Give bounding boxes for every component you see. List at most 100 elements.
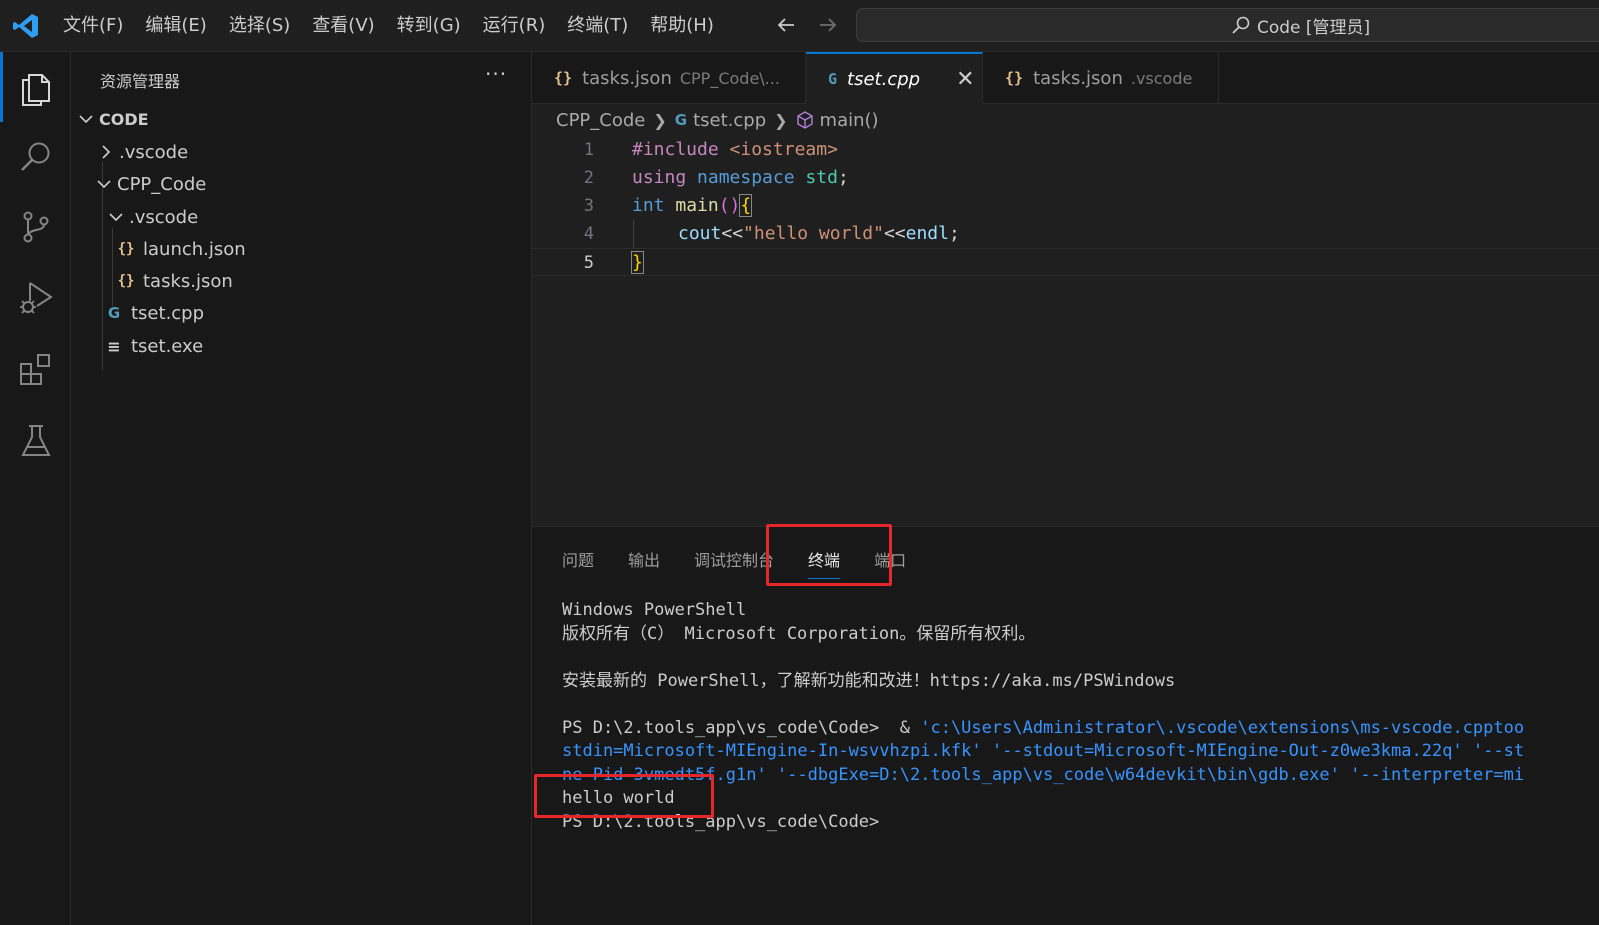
line-number: 4 — [583, 224, 594, 244]
cpp-file-icon: G — [674, 111, 688, 129]
menu-edit[interactable]: 编辑(E) — [134, 9, 217, 43]
tree-file-launch-json[interactable]: {} launch.json — [71, 233, 532, 265]
tree-file-tset-cpp[interactable]: G tset.cpp — [71, 297, 532, 329]
breadcrumb: CPP_Code ❯ G tset.cpp ❯ main() — [556, 107, 879, 133]
menu-selection[interactable]: 选择(S) — [218, 9, 301, 43]
json-file-icon: {} — [1005, 69, 1024, 87]
breadcrumb-symbol[interactable]: main() — [820, 110, 879, 131]
panel-tabs: 问题 输出 调试控制台 终端 端口 — [562, 541, 940, 581]
tab-tasks-json-vscode[interactable]: {} tasks.json .vscode — [983, 52, 1219, 104]
code-line-current: 5 } — [532, 248, 1599, 276]
tab-debug-console[interactable]: 调试控制台 — [694, 541, 774, 581]
extensions-activity[interactable] — [0, 334, 71, 404]
json-file-icon: {} — [554, 69, 573, 87]
chevron-down-icon — [109, 213, 123, 222]
menu-help[interactable]: 帮助(H) — [639, 9, 725, 43]
code-line: 4 cout<<"hello world"<<endl; — [532, 220, 1599, 248]
tab-terminal[interactable]: 终端 — [808, 541, 841, 581]
search-icon — [1232, 16, 1250, 34]
explorer-title: 资源管理器 — [100, 72, 181, 91]
tree-file-tasks-json[interactable]: {} tasks.json — [71, 265, 532, 297]
title-bar: 文件(F) 编辑(E) 选择(S) 查看(V) 转到(G) 运行(R) 终端(T… — [0, 0, 1599, 52]
cpp-file-icon: G — [828, 70, 838, 88]
more-actions-icon[interactable]: ··· — [485, 62, 507, 86]
source-control-icon — [23, 211, 48, 243]
terminal-line: PS D:\2.tools_app\vs_code\Code> & 'c:\Us… — [562, 717, 1525, 738]
explorer-sidebar: 资源管理器 ··· CODE .vscode CPP_Code .vscode … — [71, 52, 532, 925]
code-line: 2 using namespace std; — [532, 164, 1599, 192]
text-file-icon: ≡ — [107, 336, 121, 356]
menu-view[interactable]: 查看(V) — [301, 9, 385, 43]
bottom-panel: 问题 输出 调试控制台 终端 端口 Windows PowerShell 版权所… — [532, 526, 1599, 925]
activity-bar — [0, 52, 71, 925]
tab-label: tasks.json — [582, 67, 672, 89]
tree-root-code[interactable]: CODE — [71, 103, 532, 135]
tab-label: tasks.json — [1033, 67, 1123, 89]
flask-icon — [20, 425, 51, 456]
terminal-line: stdin=Microsoft-MIEngine-In-wsvvhzpi.kfk… — [562, 741, 1525, 761]
breadcrumb-file[interactable]: tset.cpp — [693, 110, 766, 131]
terminal-line: 安装最新的 PowerShell，了解新功能和改进！https://aka.ms… — [562, 670, 1176, 691]
tree-file-tset-exe[interactable]: ≡ tset.exe — [71, 330, 532, 362]
terminal-output[interactable]: Windows PowerShell 版权所有（C） Microsoft Cor… — [562, 599, 1524, 834]
extensions-icon — [19, 354, 50, 385]
back-arrow-icon[interactable] — [774, 13, 798, 37]
tab-description: .vscode — [1130, 68, 1193, 88]
terminal-prompt: PS D:\2.tools_app\vs_code\Code> — [562, 811, 880, 832]
search-activity[interactable] — [0, 122, 71, 192]
tree-label: CPP_Code — [117, 173, 207, 195]
menu-bar: 文件(F) 编辑(E) 选择(S) 查看(V) 转到(G) 运行(R) 终端(T… — [52, 0, 725, 52]
explorer-activity[interactable] — [0, 52, 71, 122]
terminal-line: 版权所有（C） Microsoft Corporation。保留所有权利。 — [562, 623, 1036, 644]
tree-folder-vscode[interactable]: .vscode — [71, 136, 532, 168]
close-icon[interactable]: ✕ — [956, 67, 974, 92]
tab-tset-cpp[interactable]: G tset.cpp ✕ — [806, 52, 983, 104]
chevron-down-icon — [97, 180, 111, 189]
tree-label: tset.cpp — [131, 302, 205, 324]
chevron-right-icon — [102, 145, 111, 159]
editor-tabs: {} tasks.json CPP_Code\... G tset.cpp ✕ … — [532, 52, 1599, 104]
vscode-logo-icon[interactable] — [12, 12, 40, 40]
testing-activity[interactable] — [0, 406, 71, 476]
forward-arrow-icon[interactable] — [816, 13, 840, 37]
line-number: 2 — [583, 168, 594, 188]
menu-go[interactable]: 转到(G) — [386, 9, 472, 43]
menu-terminal[interactable]: 终端(T) — [556, 9, 639, 43]
indent-guide — [633, 220, 634, 248]
files-icon — [21, 74, 50, 106]
tab-output[interactable]: 输出 — [628, 541, 660, 581]
tree-label: CODE — [99, 109, 149, 129]
terminal-hello-world: hello world — [562, 788, 675, 808]
method-cube-icon — [796, 111, 813, 129]
command-center[interactable]: Code [管理员] — [856, 8, 1599, 42]
command-center-label: Code [管理员] — [1257, 17, 1371, 38]
run-debug-icon — [19, 282, 53, 314]
editor-area: {} tasks.json CPP_Code\... G tset.cpp ✕ … — [532, 52, 1599, 526]
search-icon — [20, 142, 49, 171]
tree-folder-cpp-code[interactable]: CPP_Code — [71, 168, 532, 200]
tree-label: tset.exe — [131, 335, 204, 357]
menu-file[interactable]: 文件(F) — [52, 9, 134, 43]
source-control-activity[interactable] — [0, 192, 71, 262]
terminal-line: Windows PowerShell — [562, 600, 747, 620]
cpp-file-icon: G — [107, 304, 121, 322]
navigation-arrows — [774, 13, 840, 37]
tab-tasks-json-cpp-code[interactable]: {} tasks.json CPP_Code\... — [532, 52, 806, 104]
tab-ports[interactable]: 端口 — [874, 541, 906, 581]
menu-run[interactable]: 运行(R) — [472, 9, 557, 43]
line-number: 1 — [583, 140, 594, 160]
chevron-right-icon: ❯ — [653, 110, 667, 130]
tree-folder-cpp-vscode[interactable]: .vscode — [71, 201, 532, 233]
chevron-down-icon — [79, 115, 93, 124]
json-file-icon: {} — [117, 273, 135, 289]
run-debug-activity[interactable] — [0, 262, 71, 332]
line-number: 5 — [583, 253, 594, 273]
code-line: 1 #include <iostream> — [532, 136, 1599, 164]
json-file-icon: {} — [117, 241, 135, 257]
tree-label: .vscode — [129, 206, 199, 228]
chevron-right-icon: ❯ — [774, 110, 788, 130]
tab-problems[interactable]: 问题 — [562, 541, 594, 581]
code-line: 3 int main(){ — [532, 192, 1599, 220]
breadcrumb-folder[interactable]: CPP_Code — [556, 110, 645, 131]
tab-description: CPP_Code\... — [679, 68, 780, 88]
